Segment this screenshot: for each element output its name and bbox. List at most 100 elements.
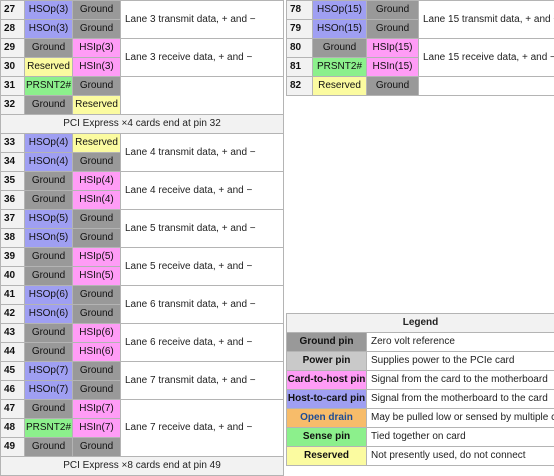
legend-swatch-label: Ground pin <box>287 333 367 352</box>
pin-row: 29GroundHSIp(3)Lane 3 receive data, + an… <box>1 39 284 58</box>
pin-description: Lane 5 transmit data, + and − <box>121 210 284 248</box>
side-a-signal: Ground <box>73 305 121 324</box>
section-note: PCI Express ×4 cards end at pin 32 <box>1 115 284 134</box>
side-b-signal: Ground <box>25 191 73 210</box>
side-b-signal: HSOn(7) <box>25 381 73 400</box>
pin-number: 32 <box>1 96 25 115</box>
legend-swatch-label: Reserved <box>287 447 367 466</box>
pin-number: 36 <box>1 191 25 210</box>
pin-number: 48 <box>1 419 25 438</box>
side-a-signal: HSIp(15) <box>367 39 419 58</box>
side-a-signal: Ground <box>73 286 121 305</box>
pin-number: 79 <box>287 20 313 39</box>
pin-number: 37 <box>1 210 25 229</box>
pin-row: 31PRSNT2#Ground <box>1 77 284 96</box>
side-a-signal: Ground <box>73 210 121 229</box>
side-b-signal: Ground <box>25 343 73 362</box>
pin-row: 43GroundHSIp(6)Lane 6 receive data, + an… <box>1 324 284 343</box>
legend-swatch-label: Open drain <box>287 409 367 428</box>
side-b-signal: HSOp(15) <box>313 1 367 20</box>
side-a-signal: HSIp(7) <box>73 400 121 419</box>
side-b-signal: Ground <box>25 39 73 58</box>
pin-description: Lane 7 receive data, + and − <box>121 400 284 457</box>
side-b-signal: HSOn(15) <box>313 20 367 39</box>
legend-description: Not presently used, do not connect <box>367 447 554 466</box>
legend-row: Open drainMay be pulled low or sensed by… <box>287 409 554 428</box>
side-a-signal: Ground <box>73 77 121 96</box>
pin-row: 47GroundHSIp(7)Lane 7 receive data, + an… <box>1 400 284 419</box>
side-b-signal: Reserved <box>313 77 367 96</box>
side-a-signal: HSIn(3) <box>73 58 121 77</box>
legend-row: Power pinSupplies power to the PCIe card <box>287 352 554 371</box>
note-row: PCI Express ×4 cards end at pin 32 <box>1 115 284 134</box>
side-b-signal: HSOn(6) <box>25 305 73 324</box>
legend-swatch-label: Power pin <box>287 352 367 371</box>
legend-row: Sense pinTied together on card <box>287 428 554 447</box>
pin-row: 80GroundHSIp(15)Lane 15 receive data, + … <box>287 39 554 58</box>
side-a-signal: HSIp(4) <box>73 172 121 191</box>
legend-description: Supplies power to the PCIe card <box>367 352 554 371</box>
pin-number: 28 <box>1 20 25 39</box>
pin-description: Lane 6 receive data, + and − <box>121 324 284 362</box>
pin-description: Lane 3 transmit data, + and − <box>121 1 284 39</box>
side-a-signal: HSIn(7) <box>73 419 121 438</box>
pin-description: Lane 4 transmit data, + and − <box>121 134 284 172</box>
side-a-signal: Ground <box>73 1 121 20</box>
note-row: PCI Express ×8 cards end at pin 49 <box>1 457 284 476</box>
side-b-signal: Reserved <box>25 58 73 77</box>
side-b-signal: Ground <box>25 400 73 419</box>
side-b-signal: Ground <box>25 267 73 286</box>
side-a-signal: Ground <box>73 153 121 172</box>
pin-row: 35GroundHSIp(4)Lane 4 receive data, + an… <box>1 172 284 191</box>
side-b-signal: PRSNT2# <box>25 419 73 438</box>
pin-number: 81 <box>287 58 313 77</box>
pin-row: 82ReservedGround <box>287 77 554 96</box>
side-b-signal: Ground <box>25 438 73 457</box>
pinout-table-left: 27HSOp(3)GroundLane 3 transmit data, + a… <box>0 0 284 476</box>
pin-row: 39GroundHSIp(5)Lane 5 receive data, + an… <box>1 248 284 267</box>
pin-number: 30 <box>1 58 25 77</box>
pin-description <box>419 77 554 96</box>
pin-description: Lane 7 transmit data, + and − <box>121 362 284 400</box>
side-a-signal: Ground <box>367 20 419 39</box>
legend-swatch-label: Host-to-card pin <box>287 390 367 409</box>
side-b-signal: Ground <box>25 96 73 115</box>
pin-row: 33HSOp(4)ReservedLane 4 transmit data, +… <box>1 134 284 153</box>
legend-row: Host-to-card pinSignal from the motherbo… <box>287 390 554 409</box>
side-b-signal: PRSNT2# <box>313 58 367 77</box>
pin-description: Lane 15 receive data, + and − <box>419 39 554 77</box>
pin-number: 39 <box>1 248 25 267</box>
legend-description: Tied together on card <box>367 428 554 447</box>
side-a-signal: Ground <box>73 381 121 400</box>
side-a-signal: Ground <box>73 20 121 39</box>
pin-number: 82 <box>287 77 313 96</box>
pin-number: 43 <box>1 324 25 343</box>
side-b-signal: Ground <box>25 248 73 267</box>
pin-number: 27 <box>1 1 25 20</box>
pin-number: 40 <box>1 267 25 286</box>
side-b-signal: HSOn(4) <box>25 153 73 172</box>
side-a-signal: HSIp(5) <box>73 248 121 267</box>
side-b-signal: HSOp(3) <box>25 1 73 20</box>
legend-description: Signal from the card to the motherboard <box>367 371 554 390</box>
pin-row: 27HSOp(3)GroundLane 3 transmit data, + a… <box>1 1 284 20</box>
pin-row: 78HSOp(15)GroundLane 15 transmit data, +… <box>287 1 554 20</box>
side-a-signal: HSIn(5) <box>73 267 121 286</box>
legend-body: Legend Ground pinZero volt referencePowe… <box>287 314 554 466</box>
pin-number: 42 <box>1 305 25 324</box>
pin-number: 46 <box>1 381 25 400</box>
side-b-signal: Ground <box>25 324 73 343</box>
side-a-signal: Ground <box>73 362 121 381</box>
pinout-left-body: 27HSOp(3)GroundLane 3 transmit data, + a… <box>1 1 284 476</box>
pin-number: 44 <box>1 343 25 362</box>
pinout-right-body: 78HSOp(15)GroundLane 15 transmit data, +… <box>287 1 554 96</box>
pin-number: 29 <box>1 39 25 58</box>
side-b-signal: PRSNT2# <box>25 77 73 96</box>
legend-row: Card-to-host pinSignal from the card to … <box>287 371 554 390</box>
legend-table: Legend Ground pinZero volt referencePowe… <box>286 313 554 466</box>
side-b-signal: HSOn(3) <box>25 20 73 39</box>
legend-title: Legend <box>287 314 554 333</box>
side-b-signal: HSOp(6) <box>25 286 73 305</box>
pin-number: 49 <box>1 438 25 457</box>
side-b-signal: HSOp(5) <box>25 210 73 229</box>
